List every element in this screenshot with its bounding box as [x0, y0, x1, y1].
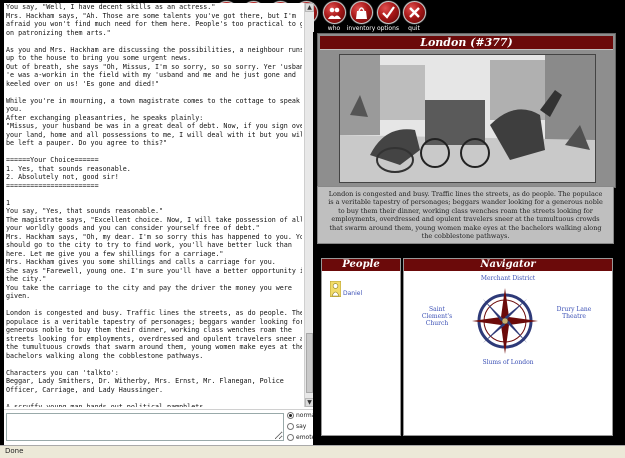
navigator-panel: Navigator Merchant District Saint Clemen… [403, 258, 613, 436]
radio-selected-icon [287, 412, 294, 419]
status-bar: Done [0, 445, 625, 458]
scroll-up-arrow-icon[interactable]: ▲ [305, 3, 314, 12]
close-icon [408, 7, 420, 18]
game-log: You say, "Well, I have decent skills as … [4, 3, 302, 407]
quit-label: quit [408, 25, 420, 32]
mode-emote-radio[interactable]: emote [287, 434, 315, 441]
people-title: People [322, 259, 400, 271]
compass-rose-icon[interactable] [470, 286, 540, 356]
mode-say-radio[interactable]: say [287, 423, 306, 430]
location-description: London is congested and busy. Traffic li… [328, 190, 603, 241]
location-description-box: London is congested and busy. Traffic li… [317, 186, 614, 244]
nav-west-link[interactable]: Saint Clement's Church [414, 306, 460, 327]
radio-icon [287, 434, 294, 441]
person-icon [330, 281, 341, 297]
location-frame: London (#377) [317, 33, 616, 188]
location-title: London (#377) [320, 36, 613, 50]
mode-say-label: say [296, 423, 307, 430]
command-area: normal say emote [4, 409, 317, 446]
nav-east-link[interactable]: Drury Lane Theatre [554, 306, 594, 320]
command-input[interactable] [6, 413, 284, 441]
game-log-pane: You say, "Well, I have decent skills as … [4, 3, 317, 446]
bag-icon [355, 7, 367, 19]
quit-button[interactable]: quit [398, 0, 430, 32]
game-log-text: You say, "Well, I have decent skills as … [6, 3, 302, 407]
person-name: Daniel [343, 290, 363, 297]
scrollbar-thumb[interactable] [306, 333, 313, 393]
nav-south-link[interactable]: Slums of London [454, 359, 562, 366]
navigator-title: Navigator [404, 259, 612, 271]
location-image [339, 54, 596, 183]
nav-north-link[interactable]: Merchant District [454, 275, 562, 282]
check-icon [381, 6, 395, 19]
location-pane: London (#377) London is congested and bu… [313, 32, 618, 445]
status-text: Done [5, 447, 24, 455]
radio-icon [287, 423, 294, 430]
people-icon [327, 7, 341, 19]
people-panel: People Daniel [321, 258, 401, 436]
